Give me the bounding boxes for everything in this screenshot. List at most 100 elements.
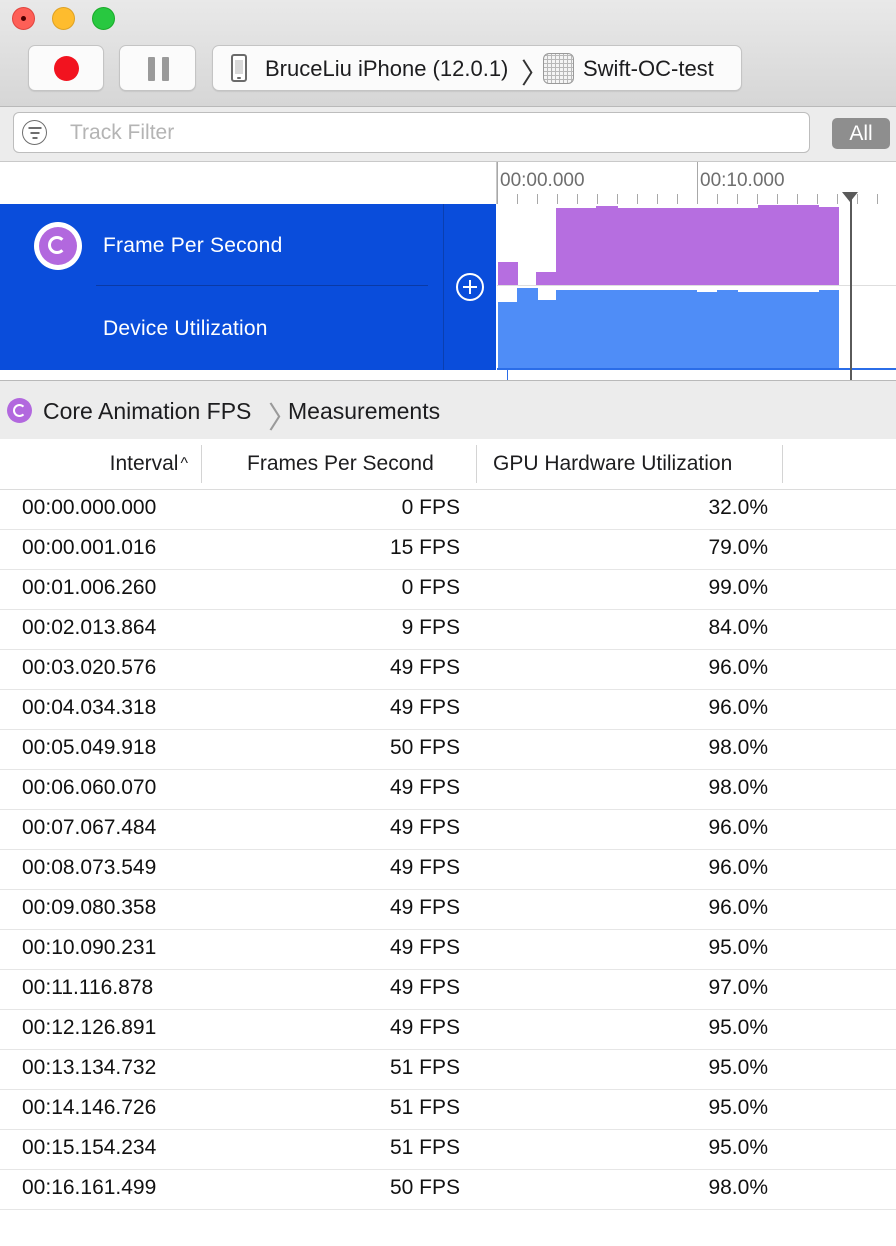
playhead-line[interactable] bbox=[850, 198, 852, 380]
toolbar: BruceLiu iPhone (12.0.1) 〉 Swift-OC-test bbox=[0, 0, 896, 107]
target-selector[interactable]: BruceLiu iPhone (12.0.1) 〉 Swift-OC-test bbox=[212, 45, 742, 91]
table-row[interactable]: 00:09.080.358 49 FPS 96.0% bbox=[0, 890, 896, 930]
fps-cell: 49 FPS bbox=[389, 936, 460, 959]
util-bar bbox=[538, 300, 556, 368]
selection-band bbox=[497, 368, 896, 370]
minimize-window-button[interactable] bbox=[52, 7, 75, 30]
fps-cell: 49 FPS bbox=[389, 696, 460, 719]
ruler-tick bbox=[517, 194, 518, 204]
table-row[interactable]: 00:03.020.576 49 FPS 96.0% bbox=[0, 650, 896, 690]
pause-icon bbox=[148, 57, 155, 81]
util-bar bbox=[738, 292, 819, 368]
gpu-utilization-cell: 96.0% bbox=[708, 696, 768, 719]
ruler-tick bbox=[557, 194, 558, 204]
table-row[interactable]: 00:13.134.732 51 FPS 95.0% bbox=[0, 1050, 896, 1090]
interval-cell: 00:12.126.891 bbox=[22, 1016, 157, 1039]
track-filter-field[interactable] bbox=[13, 112, 810, 153]
fps-cell: 51 FPS bbox=[389, 1096, 460, 1119]
ruler-label-0: 00:00.000 bbox=[500, 170, 585, 191]
gpu-utilization-cell: 95.0% bbox=[708, 1136, 768, 1159]
gpu-utilization-cell: 95.0% bbox=[708, 1056, 768, 1079]
fps-cell: 0 FPS bbox=[401, 576, 460, 599]
close-window-button[interactable] bbox=[12, 7, 35, 30]
ruler-tick bbox=[637, 194, 638, 204]
interval-cell: 00:15.154.234 bbox=[22, 1136, 157, 1159]
table-row[interactable]: 00:12.126.891 49 FPS 95.0% bbox=[0, 1010, 896, 1050]
column-header-fps[interactable]: Frames Per Second bbox=[247, 452, 434, 476]
table-row[interactable]: 00:15.154.234 51 FPS 95.0% bbox=[0, 1130, 896, 1170]
table-row[interactable]: 00:02.013.864 9 FPS 84.0% bbox=[0, 610, 896, 650]
column-separator[interactable] bbox=[782, 445, 783, 483]
table-row[interactable]: 00:14.146.726 51 FPS 95.0% bbox=[0, 1090, 896, 1130]
ruler-label-10: 00:10.000 bbox=[700, 170, 785, 191]
column-header-gpu-utilization[interactable]: GPU Hardware Utilization bbox=[493, 452, 732, 476]
iphone-icon bbox=[231, 54, 247, 82]
gpu-utilization-cell: 99.0% bbox=[708, 576, 768, 599]
track-filter-input[interactable] bbox=[70, 121, 770, 145]
table-row[interactable]: 00:00.000.000 0 FPS 32.0% bbox=[0, 490, 896, 530]
track-label-device-utilization[interactable]: Device Utilization bbox=[103, 317, 268, 341]
track-graphs[interactable] bbox=[497, 204, 896, 370]
interval-cell: 00:09.080.358 bbox=[22, 896, 157, 919]
fps-cell: 50 FPS bbox=[389, 1176, 460, 1199]
gpu-utilization-cell: 95.0% bbox=[708, 1096, 768, 1119]
table-row[interactable]: 00:06.060.070 49 FPS 98.0% bbox=[0, 770, 896, 810]
gpu-utilization-cell: 95.0% bbox=[708, 1016, 768, 1039]
breadcrumb-instrument[interactable]: Core Animation FPS bbox=[43, 398, 251, 425]
core-animation-icon bbox=[7, 398, 32, 423]
table-row[interactable]: 00:08.073.549 49 FPS 96.0% bbox=[0, 850, 896, 890]
table-row[interactable]: 00:05.049.918 50 FPS 98.0% bbox=[0, 730, 896, 770]
ruler-tick bbox=[657, 194, 658, 204]
fps-cell: 49 FPS bbox=[389, 856, 460, 879]
ruler-tick bbox=[577, 194, 578, 204]
table-row[interactable]: 00:07.067.484 49 FPS 96.0% bbox=[0, 810, 896, 850]
add-track-icon[interactable] bbox=[456, 273, 484, 301]
util-bar bbox=[556, 290, 697, 368]
column-separator[interactable] bbox=[476, 445, 477, 483]
inspection-marker bbox=[507, 370, 508, 380]
pause-button[interactable] bbox=[119, 45, 196, 91]
util-bar bbox=[517, 288, 538, 368]
table-row[interactable]: 00:04.034.318 49 FPS 96.0% bbox=[0, 690, 896, 730]
track-column-divider bbox=[443, 204, 444, 370]
interval-cell: 00:03.020.576 bbox=[22, 656, 157, 679]
util-bar bbox=[717, 290, 738, 368]
table-row[interactable]: 00:01.006.260 0 FPS 99.0% bbox=[0, 570, 896, 610]
table-row[interactable]: 00:16.161.499 50 FPS 98.0% bbox=[0, 1170, 896, 1210]
measurements-table: 00:00.000.000 0 FPS 32.0% 00:00.001.016 15 F… bbox=[0, 490, 896, 1210]
gpu-utilization-cell: 95.0% bbox=[708, 936, 768, 959]
fps-cell: 50 FPS bbox=[389, 736, 460, 759]
gpu-utilization-cell: 96.0% bbox=[708, 656, 768, 679]
interval-cell: 00:02.013.864 bbox=[22, 616, 157, 639]
ruler-ticks: 00:00.000 00:10.000 bbox=[497, 162, 896, 204]
sort-ascending-icon: ^ bbox=[180, 455, 188, 472]
table-row[interactable]: 00:10.090.231 49 FPS 95.0% bbox=[0, 930, 896, 970]
interval-cell: 00:06.060.070 bbox=[22, 776, 157, 799]
interval-cell: 00:13.134.732 bbox=[22, 1056, 157, 1079]
track-guide-line bbox=[497, 285, 896, 286]
record-button[interactable] bbox=[28, 45, 104, 91]
table-row[interactable]: 00:00.001.016 15 FPS 79.0% bbox=[0, 530, 896, 570]
timeline-ruler[interactable]: 00:00.000 00:10.000 bbox=[0, 162, 896, 204]
ruler-tick bbox=[737, 194, 738, 204]
ruler-tick bbox=[497, 162, 498, 204]
fps-cell: 15 FPS bbox=[389, 536, 460, 559]
column-header-interval[interactable]: Interval ^ bbox=[110, 452, 188, 476]
table-row[interactable]: 00:11.116.878 49 FPS 97.0% bbox=[0, 970, 896, 1010]
fps-cell: 49 FPS bbox=[389, 976, 460, 999]
column-separator[interactable] bbox=[201, 445, 202, 483]
interval-cell: 00:08.073.549 bbox=[22, 856, 157, 879]
track-label-fps[interactable]: Frame Per Second bbox=[103, 234, 282, 258]
ruler-tick bbox=[677, 194, 678, 204]
app-icon bbox=[543, 53, 574, 84]
breadcrumb-view[interactable]: Measurements bbox=[288, 398, 440, 425]
fps-bar bbox=[498, 262, 518, 285]
ruler-tick bbox=[537, 194, 538, 204]
device-name: BruceLiu iPhone (12.0.1) bbox=[265, 56, 509, 81]
ruler-tick bbox=[757, 194, 758, 204]
fps-bar bbox=[618, 208, 758, 285]
all-tracks-button[interactable]: All bbox=[832, 118, 890, 149]
zoom-window-button[interactable] bbox=[92, 7, 115, 30]
device-utilization-graph bbox=[498, 288, 839, 368]
pause-icon bbox=[162, 57, 169, 81]
